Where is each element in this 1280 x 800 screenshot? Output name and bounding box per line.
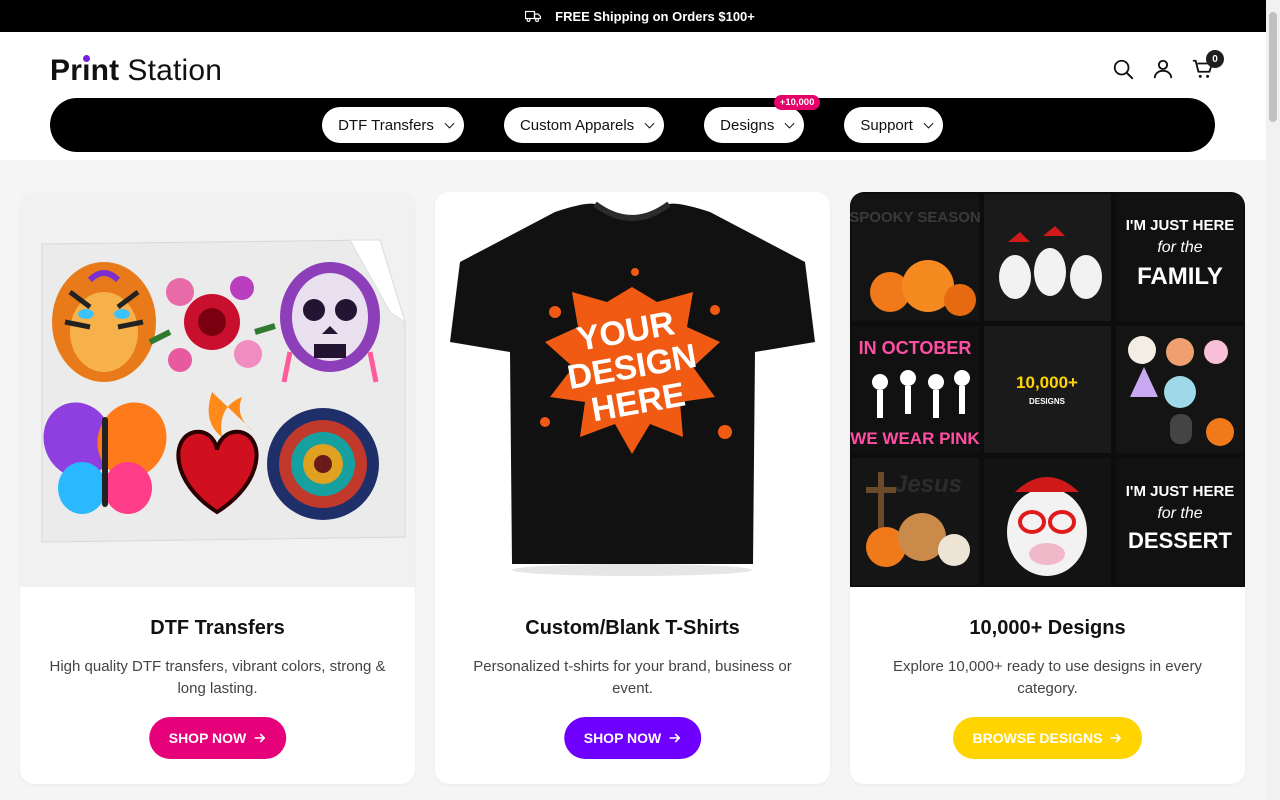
logo[interactable]: Prı nt Station [50,54,222,88]
nav-item-custom-apparels[interactable]: Custom Apparels [503,107,665,143]
designs-collage: SPOOKY SEASON I'M JUST HERE for the FAMI… [850,192,1245,587]
mandala-graphic [267,408,379,520]
cart-count-badge: 0 [1206,50,1224,68]
search-icon[interactable] [1112,58,1134,80]
button-label: SHOP NOW [168,730,247,746]
tile-text-dessert: DESSERT [1128,528,1232,553]
chevron-down-icon [644,118,655,129]
tile-text-just-here-2: I'M JUST HERE [1126,483,1235,500]
button-label: SHOP NOW [583,730,662,746]
account-icon[interactable] [1152,58,1174,80]
card-title: Custom/Blank T-Shirts [525,617,740,639]
chevron-down-icon [444,118,455,129]
tile-text-for-the-2: for the [1157,505,1202,522]
tile-text-jesus: Jesus [894,471,962,498]
custom-tshirt-image[interactable]: YOUR DESIGN HERE [435,192,830,587]
tile-text-spooky: SPOOKY SEASON [850,209,981,226]
nav-item-label: DTF Transfers [338,116,434,134]
page-scrollbar[interactable] [1266,0,1280,800]
site-header: Prı nt Station 0 DTF Transfers Custom Appa… [0,32,1266,160]
logo-light-text: Station [127,54,223,87]
chevron-down-icon [923,118,934,129]
designs-count-badge: +10,000 [773,95,821,110]
tile-text-family: FAMILY [1137,263,1223,290]
main-nav: DTF Transfers Custom Apparels Designs +1… [50,95,1215,152]
header-icons: 0 [1112,50,1224,80]
logo-bold-text: Prı nt [50,54,120,87]
chevron-down-icon [784,118,795,129]
arrow-right-icon [669,733,681,743]
scrollbar-thumb[interactable] [1269,12,1277,122]
tile-text-for-the: for the [1157,239,1202,256]
designs-collage-image[interactable]: SPOOKY SEASON I'M JUST HERE for the FAMI… [850,192,1245,587]
category-card-dtf-transfers: DTF Transfers High quality DTF transfers… [20,192,415,784]
card-title: 10,000+ Designs [969,617,1126,639]
announcement-text: FREE Shipping on Orders $100+ [555,8,755,24]
nav-item-label: Designs [720,116,775,134]
arrow-right-icon [1110,733,1122,743]
nav-item-designs[interactable]: Designs +10,000 [704,95,821,143]
card-description: High quality DTF transfers, vibrant colo… [49,658,386,697]
category-card-custom-tshirts: YOUR DESIGN HERE Custom/Blank T-Shirts P… [435,192,830,784]
arrow-right-icon [254,733,266,743]
nav-item-dtf-transfers[interactable]: DTF Transfers [322,107,464,143]
category-card-designs: SPOOKY SEASON I'M JUST HERE for the FAMI… [850,192,1245,784]
shop-dtf-button[interactable]: SHOP NOW [148,717,287,759]
collage-center-count: 10,000+ [1016,373,1078,392]
card-description: Personalized t-shirts for your brand, bu… [473,658,792,697]
dtf-transfers-image[interactable] [20,192,415,587]
dtf-sheet-illustration [20,192,415,587]
tiger-graphic [52,262,156,382]
cart-button[interactable]: 0 [1192,50,1224,80]
browse-designs-button[interactable]: BROWSE DESIGNS [952,717,1143,759]
tile-text-just-here: I'M JUST HERE [1126,217,1235,234]
shop-tshirts-button[interactable]: SHOP NOW [563,717,702,759]
nav-item-label: Custom Apparels [519,116,635,134]
tile-text-october: IN OCTOBER [859,338,972,358]
collage-center-label: DESIGNS [1029,397,1066,406]
tile-text-wear-pink: WE WEAR PINK [850,429,980,448]
card-description: Explore 10,000+ ready to use designs in … [893,658,1202,697]
nav-item-label: Support [860,116,913,134]
button-label: BROWSE DESIGNS [972,730,1103,746]
nav-item-support[interactable]: Support [844,107,943,143]
truck-icon [525,10,542,22]
card-title: DTF Transfers [150,617,285,639]
tshirt-illustration: YOUR DESIGN HERE [435,192,830,587]
announcement-bar: FREE Shipping on Orders $100+ [0,0,1280,32]
